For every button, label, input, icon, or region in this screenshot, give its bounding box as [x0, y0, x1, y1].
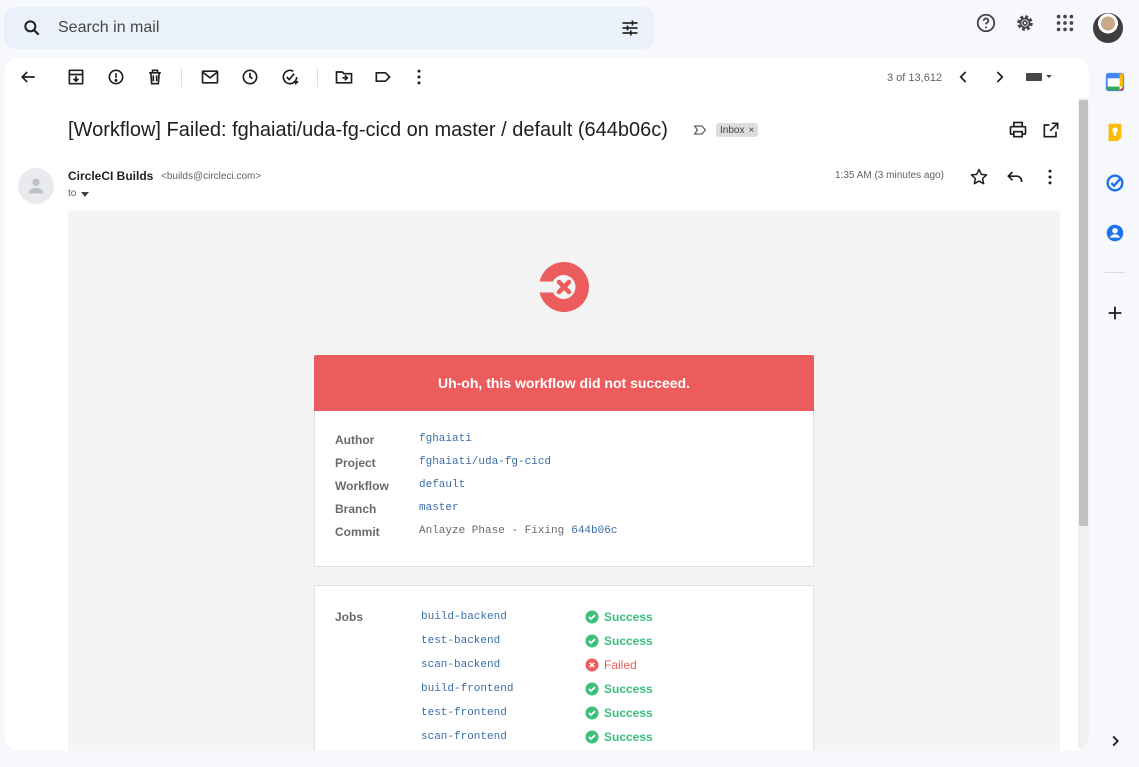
inbox-label-chip[interactable]: Inbox ×	[716, 123, 759, 137]
detail-row-author: Author fghaiati	[335, 433, 472, 447]
move-to-icon[interactable]	[334, 67, 354, 87]
job-row: scan-frontend Success	[421, 730, 653, 744]
inbox-label-text: Inbox	[720, 124, 745, 136]
mark-unread-icon[interactable]	[200, 67, 220, 87]
add-task-icon[interactable]	[280, 67, 300, 87]
job-status: Success	[585, 610, 653, 624]
circleci-fail-logo-icon	[536, 259, 592, 315]
report-spam-icon[interactable]	[106, 67, 126, 87]
detail-value[interactable]: master	[419, 502, 459, 516]
job-name[interactable]: scan-backend	[421, 659, 585, 671]
success-icon	[585, 634, 599, 648]
failed-icon	[585, 658, 599, 672]
keyboard-icon[interactable]	[1024, 67, 1056, 87]
pager-count: 3 of 13,612	[887, 72, 943, 84]
expand-icon[interactable]	[1104, 730, 1126, 752]
detail-value[interactable]: default	[419, 479, 465, 493]
job-name[interactable]: build-frontend	[421, 683, 585, 695]
job-row: build-frontend Success	[421, 682, 653, 696]
remove-label-button[interactable]: ×	[748, 125, 754, 136]
workflow-details: Author fghaiati Project fghaiati/uda-fg-…	[314, 411, 814, 567]
job-status: Success	[585, 682, 653, 696]
detail-row-workflow: Workflow default	[335, 479, 465, 493]
prev-icon[interactable]	[954, 67, 974, 87]
tasks-icon[interactable]	[1104, 172, 1126, 194]
sender-name[interactable]: CircleCI Builds	[68, 169, 153, 183]
job-status: Failed	[585, 658, 637, 672]
job-status: Success	[585, 634, 653, 648]
important-marker-icon[interactable]	[692, 122, 708, 138]
detail-row-branch: Branch master	[335, 502, 459, 516]
search-bar	[4, 7, 654, 49]
account-avatar[interactable]	[1093, 13, 1123, 43]
job-row: scan-backend Failed	[421, 658, 637, 672]
job-row: test-frontend Success	[421, 706, 653, 720]
success-icon	[585, 706, 599, 720]
email-body: Uh-oh, this workflow did not succeed. Au…	[68, 211, 1060, 751]
archive-icon[interactable]	[66, 67, 86, 87]
scrollbar-thumb[interactable]	[1079, 100, 1088, 526]
keep-icon[interactable]	[1104, 121, 1126, 143]
jobs-list: Jobs build-backend Success test-backend …	[314, 585, 814, 751]
open-new-window-icon[interactable]	[1041, 120, 1061, 140]
job-name[interactable]: test-backend	[421, 635, 585, 647]
help-icon[interactable]	[975, 12, 997, 34]
detail-label: Branch	[335, 502, 377, 516]
snooze-icon[interactable]	[240, 67, 260, 87]
plus-icon[interactable]	[1104, 302, 1126, 324]
jobs-label: Jobs	[335, 610, 364, 624]
label-icon[interactable]	[373, 67, 393, 87]
sender-email: <builds@circleci.com>	[161, 171, 262, 182]
failure-banner: Uh-oh, this workflow did not succeed.	[314, 355, 814, 411]
job-name[interactable]: test-frontend	[421, 707, 585, 719]
back-icon[interactable]	[18, 67, 38, 87]
detail-label: Project	[335, 456, 376, 470]
job-name[interactable]: scan-frontend	[421, 731, 585, 743]
success-icon	[585, 682, 599, 696]
message-more-icon[interactable]	[1040, 167, 1060, 187]
detail-label: Commit	[335, 525, 380, 539]
to-label: to	[68, 188, 77, 199]
chevron-down-icon	[81, 191, 90, 197]
search-icon[interactable]	[22, 18, 42, 38]
delete-icon[interactable]	[145, 67, 165, 87]
apps-icon[interactable]	[1054, 12, 1076, 34]
email-view: 3 of 13,612 [Workflow] Failed: fghaiati/…	[4, 57, 1089, 751]
job-status: Success	[585, 730, 653, 744]
success-icon	[585, 610, 599, 624]
job-row: build-backend Success	[421, 610, 653, 624]
job-name[interactable]: build-backend	[421, 611, 585, 623]
detail-row-project: Project fghaiati/uda-fg-cicd	[335, 456, 551, 470]
next-icon[interactable]	[989, 67, 1009, 87]
job-row: test-backend Success	[421, 634, 653, 648]
contacts-icon[interactable]	[1104, 222, 1126, 244]
star-icon[interactable]	[969, 167, 989, 187]
print-icon[interactable]	[1008, 120, 1028, 140]
more-icon[interactable]	[409, 67, 429, 87]
filter-icon[interactable]	[620, 18, 640, 38]
email-subject: [Workflow] Failed: fghaiati/uda-fg-cicd …	[68, 119, 668, 141]
commit-message: Anlayze Phase - Fixing	[419, 525, 565, 537]
detail-label: Workflow	[335, 479, 389, 493]
detail-row-commit: Commit Anlayze Phase - Fixing 644b06c	[335, 525, 617, 539]
detail-value[interactable]: fghaiati	[419, 433, 472, 447]
search-input[interactable]	[58, 17, 578, 39]
calendar-icon[interactable]	[1104, 71, 1126, 93]
reply-icon[interactable]	[1005, 167, 1025, 187]
success-icon	[585, 730, 599, 744]
job-status: Success	[585, 706, 653, 720]
detail-value[interactable]: fghaiati/uda-fg-cicd	[419, 456, 551, 470]
commit-hash-link[interactable]: 644b06c	[571, 525, 617, 539]
email-time: 1:35 AM (3 minutes ago)	[835, 170, 944, 181]
recipients-toggle[interactable]: to	[68, 188, 90, 199]
sender-avatar	[18, 168, 54, 204]
detail-label: Author	[335, 433, 375, 447]
settings-icon[interactable]	[1014, 12, 1036, 34]
